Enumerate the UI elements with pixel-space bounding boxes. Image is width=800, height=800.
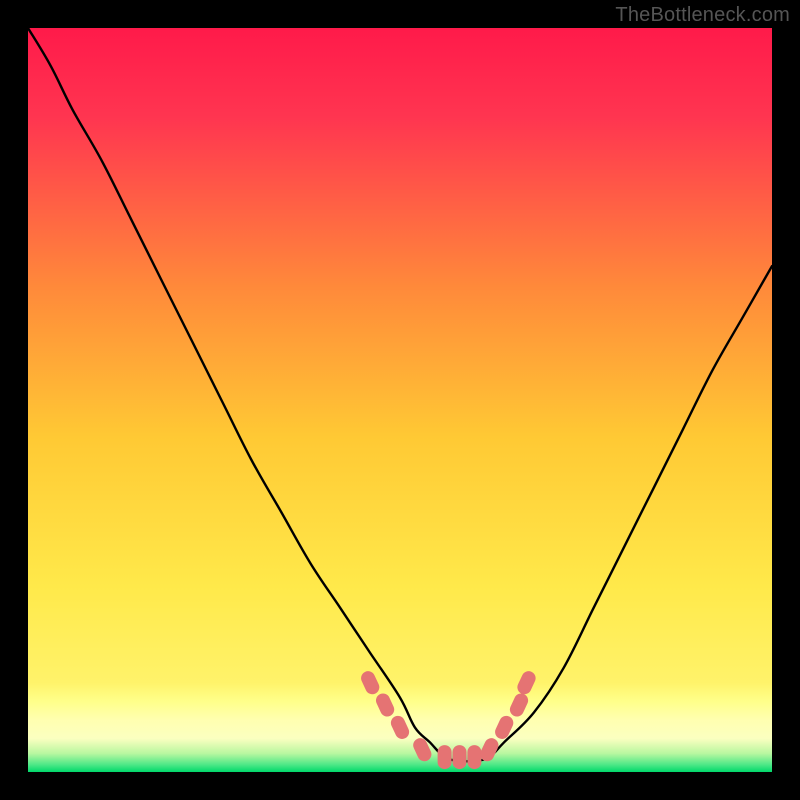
gradient-background xyxy=(28,28,772,772)
chart-frame: TheBottleneck.com xyxy=(0,0,800,800)
curve-marker xyxy=(467,745,481,769)
attribution-text: TheBottleneck.com xyxy=(615,4,790,27)
bottleneck-chart xyxy=(28,28,772,772)
curve-marker xyxy=(453,745,467,769)
curve-marker xyxy=(438,745,452,769)
